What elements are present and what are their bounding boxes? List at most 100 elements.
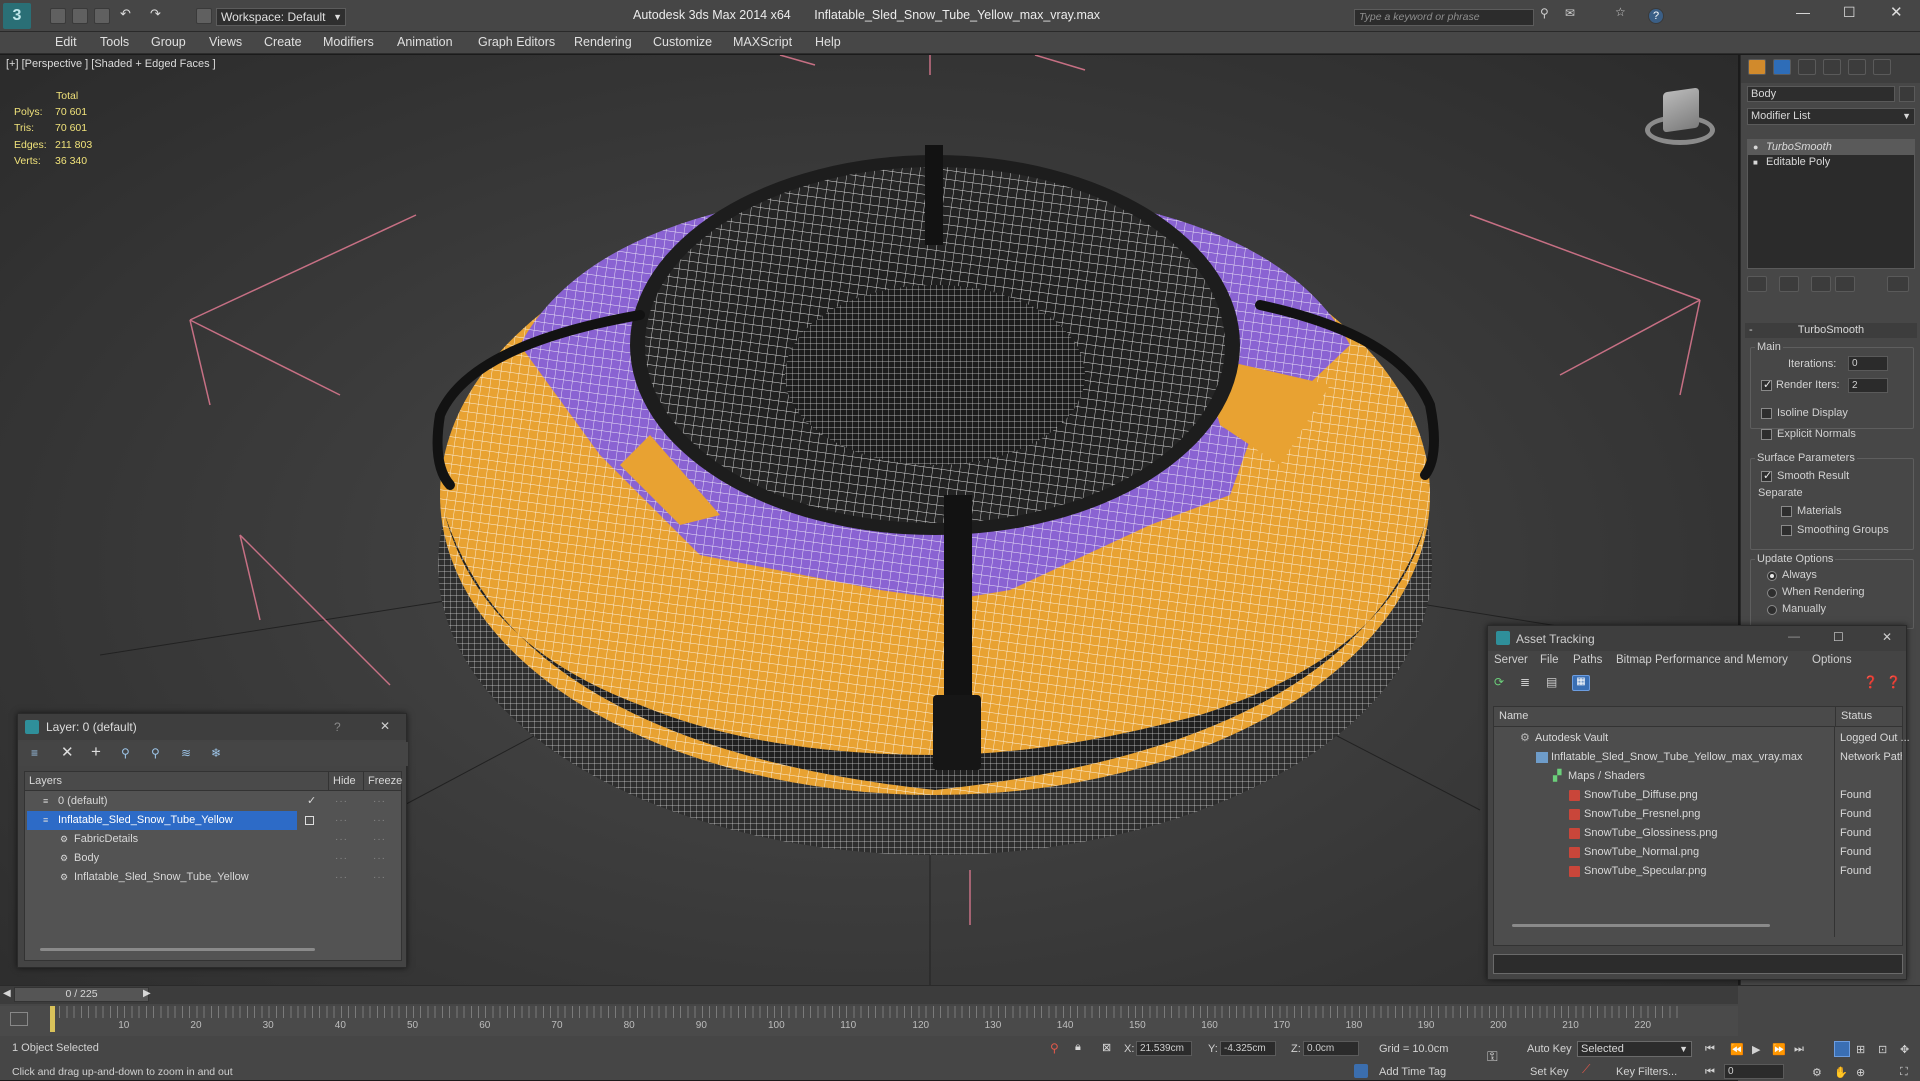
freeze-toggle[interactable]: ··· bbox=[373, 849, 386, 868]
time-slider[interactable]: ◀ 0 / 225 ▶ bbox=[0, 986, 1738, 1004]
refresh-icon[interactable]: ⟳ bbox=[1494, 675, 1512, 691]
time-slider-thumb[interactable]: 0 / 225 bbox=[14, 987, 149, 1002]
asset-row[interactable]: SnowTube_Specular.png Found bbox=[1494, 862, 1902, 881]
prev-frame-icon[interactable]: ◀ bbox=[3, 988, 11, 999]
key-filters-button[interactable]: Key Filters... bbox=[1616, 1066, 1677, 1078]
hide-toggle[interactable]: ··· bbox=[335, 792, 348, 811]
asset-menu-options[interactable]: Options bbox=[1812, 654, 1852, 666]
menu-rendering[interactable]: Rendering bbox=[574, 35, 632, 49]
object-row[interactable]: ⚙ Inflatable_Sled_Snow_Tube_Yellow ··· ·… bbox=[25, 868, 401, 887]
set-key-button[interactable]: Set Key bbox=[1530, 1066, 1569, 1078]
layer-window-titlebar[interactable]: Layer: 0 (default) ? ✕ bbox=[18, 714, 406, 740]
iterations-spinner[interactable]: 0 bbox=[1848, 356, 1888, 371]
col-freeze[interactable]: Freeze bbox=[363, 772, 402, 791]
asset-menu-server[interactable]: Server bbox=[1494, 654, 1528, 666]
next-key-icon[interactable]: ⏩ bbox=[1772, 1043, 1786, 1056]
object-row[interactable]: ⚙ Body ··· ··· bbox=[25, 849, 401, 868]
favorites-icon[interactable]: ☆ bbox=[1615, 5, 1631, 21]
asset-menu-bitmap[interactable]: Bitmap Performance and Memory bbox=[1616, 654, 1788, 666]
highlight-layer-icon[interactable]: ⚲ bbox=[151, 746, 169, 762]
materials-checkbox[interactable] bbox=[1781, 506, 1792, 517]
render-iters-checkbox[interactable] bbox=[1761, 378, 1772, 391]
col-layers[interactable]: Layers bbox=[29, 772, 62, 791]
menu-create[interactable]: Create bbox=[264, 35, 302, 49]
explicit-normals-checkbox[interactable] bbox=[1761, 429, 1772, 440]
hide-toggle[interactable]: ··· bbox=[335, 849, 348, 868]
modifier-stack[interactable]: ● TurboSmooth ■ Editable Poly bbox=[1747, 139, 1915, 269]
hide-toggle[interactable]: ··· bbox=[335, 811, 348, 830]
asset-minimize-button[interactable]: — bbox=[1788, 629, 1800, 643]
list-view-icon[interactable]: ≣ bbox=[1520, 675, 1538, 691]
asset-maximize-button[interactable]: ☐ bbox=[1833, 630, 1844, 644]
lock-selection-icon[interactable]: 🔒︎ bbox=[1075, 1041, 1081, 1054]
hide-toggle[interactable]: ··· bbox=[335, 830, 348, 849]
object-name-field[interactable]: Body bbox=[1747, 86, 1895, 102]
make-unique-icon[interactable] bbox=[1811, 276, 1831, 292]
field-of-view-icon[interactable]: ⊡ bbox=[1878, 1043, 1887, 1056]
col-hide[interactable]: Hide bbox=[328, 772, 356, 791]
vault-help-icon[interactable]: ❓ bbox=[1863, 675, 1881, 691]
smooth-result-checkbox[interactable] bbox=[1761, 469, 1772, 482]
layer-row-selected[interactable]: ≡ Inflatable_Sled_Snow_Tube_Yellow ··· ·… bbox=[25, 811, 401, 830]
layer-row[interactable]: ≡ 0 (default) ✓ ··· ··· bbox=[25, 792, 401, 811]
project-folder-icon[interactable] bbox=[196, 8, 212, 24]
asset-row[interactable]: SnowTube_Diffuse.png Found bbox=[1494, 786, 1902, 805]
asset-menu-paths[interactable]: Paths bbox=[1573, 654, 1602, 666]
prev-key-icon[interactable]: ⏪ bbox=[1730, 1043, 1744, 1056]
menu-tools[interactable]: Tools bbox=[100, 35, 129, 49]
binoculars-icon[interactable]: ⚲ bbox=[1540, 6, 1556, 22]
next-frame-icon[interactable]: ▶ bbox=[143, 988, 151, 999]
asset-path-field[interactable] bbox=[1493, 954, 1903, 974]
table-view-icon[interactable]: ▦ bbox=[1572, 675, 1590, 691]
turbosmooth-rollout-header[interactable]: - TurboSmooth bbox=[1745, 323, 1917, 338]
save-file-icon[interactable] bbox=[94, 8, 110, 24]
z-coordinate-field[interactable]: 0.0cm bbox=[1303, 1041, 1359, 1056]
track-bar-toggle-icon[interactable] bbox=[10, 1012, 28, 1026]
orbit-icon[interactable]: ✥ bbox=[1900, 1043, 1909, 1056]
add-time-tag[interactable]: Add Time Tag bbox=[1379, 1066, 1446, 1078]
new-file-icon[interactable] bbox=[50, 8, 66, 24]
menu-animation[interactable]: Animation bbox=[397, 35, 453, 49]
object-color-swatch[interactable] bbox=[1899, 86, 1915, 102]
remove-modifier-icon[interactable] bbox=[1835, 276, 1855, 292]
time-tag-icon[interactable] bbox=[1354, 1064, 1368, 1078]
modifier-list-dropdown[interactable]: Modifier List ▼ bbox=[1747, 108, 1915, 125]
update-manually-radio[interactable] bbox=[1767, 605, 1777, 615]
zoom-extents-icon[interactable] bbox=[1834, 1041, 1850, 1057]
create-tab-icon[interactable] bbox=[1748, 59, 1766, 75]
menu-maxscript[interactable]: MAXScript bbox=[733, 35, 792, 49]
asset-window-titlebar[interactable]: Asset Tracking — ☐ ✕ bbox=[1488, 626, 1906, 651]
tree-view-icon[interactable]: ▤ bbox=[1546, 675, 1564, 691]
asset-tracking-window[interactable]: Asset Tracking — ☐ ✕ Server File Paths B… bbox=[1487, 625, 1910, 980]
maximize-button[interactable]: ☐ bbox=[1843, 4, 1856, 21]
hide-all-layers-icon[interactable]: ≋ bbox=[181, 746, 199, 762]
communication-center-icon[interactable]: ✉ bbox=[1565, 6, 1581, 22]
goto-start-key-icon[interactable]: ⏮ bbox=[1705, 1066, 1715, 1079]
layer-close-button[interactable]: ✕ bbox=[380, 719, 390, 733]
asset-row[interactable]: SnowTube_Fresnel.png Found bbox=[1494, 805, 1902, 824]
expand-icon[interactable]: ■ bbox=[1753, 155, 1758, 170]
asset-menu-file[interactable]: File bbox=[1540, 654, 1559, 666]
key-mode-icon[interactable]: ⚿ bbox=[1487, 1048, 1498, 1065]
layer-scrollbar[interactable] bbox=[40, 948, 315, 951]
add-to-layer-icon[interactable]: + bbox=[91, 742, 109, 761]
utilities-tab-icon[interactable] bbox=[1873, 59, 1891, 75]
menu-help[interactable]: Help bbox=[815, 35, 841, 49]
hide-toggle[interactable]: ··· bbox=[335, 868, 348, 887]
freeze-toggle[interactable]: ··· bbox=[373, 811, 386, 830]
walk-through-icon[interactable]: ⊕ bbox=[1856, 1066, 1865, 1079]
object-row[interactable]: ⚙ FabricDetails ··· ··· bbox=[25, 830, 401, 849]
stack-item-editable-poly[interactable]: ■ Editable Poly bbox=[1748, 155, 1914, 170]
freeze-toggle[interactable]: ··· bbox=[373, 868, 386, 887]
absolute-mode-icon[interactable]: ⊠ bbox=[1102, 1041, 1111, 1054]
y-coordinate-field[interactable]: -4.325cm bbox=[1220, 1041, 1276, 1056]
asset-close-button[interactable]: ✕ bbox=[1882, 630, 1892, 644]
hierarchy-tab-icon[interactable] bbox=[1798, 59, 1816, 75]
asset-scrollbar[interactable] bbox=[1512, 924, 1770, 927]
asset-row[interactable]: SnowTube_Normal.png Found bbox=[1494, 843, 1902, 862]
modify-tab-icon[interactable] bbox=[1773, 59, 1791, 75]
col-status[interactable]: Status bbox=[1835, 707, 1872, 726]
active-layer-check-icon[interactable]: ✓ bbox=[307, 792, 316, 811]
goto-start-icon[interactable]: ⏮ bbox=[1705, 1043, 1715, 1056]
current-frame-field[interactable]: 0 bbox=[1724, 1064, 1784, 1079]
